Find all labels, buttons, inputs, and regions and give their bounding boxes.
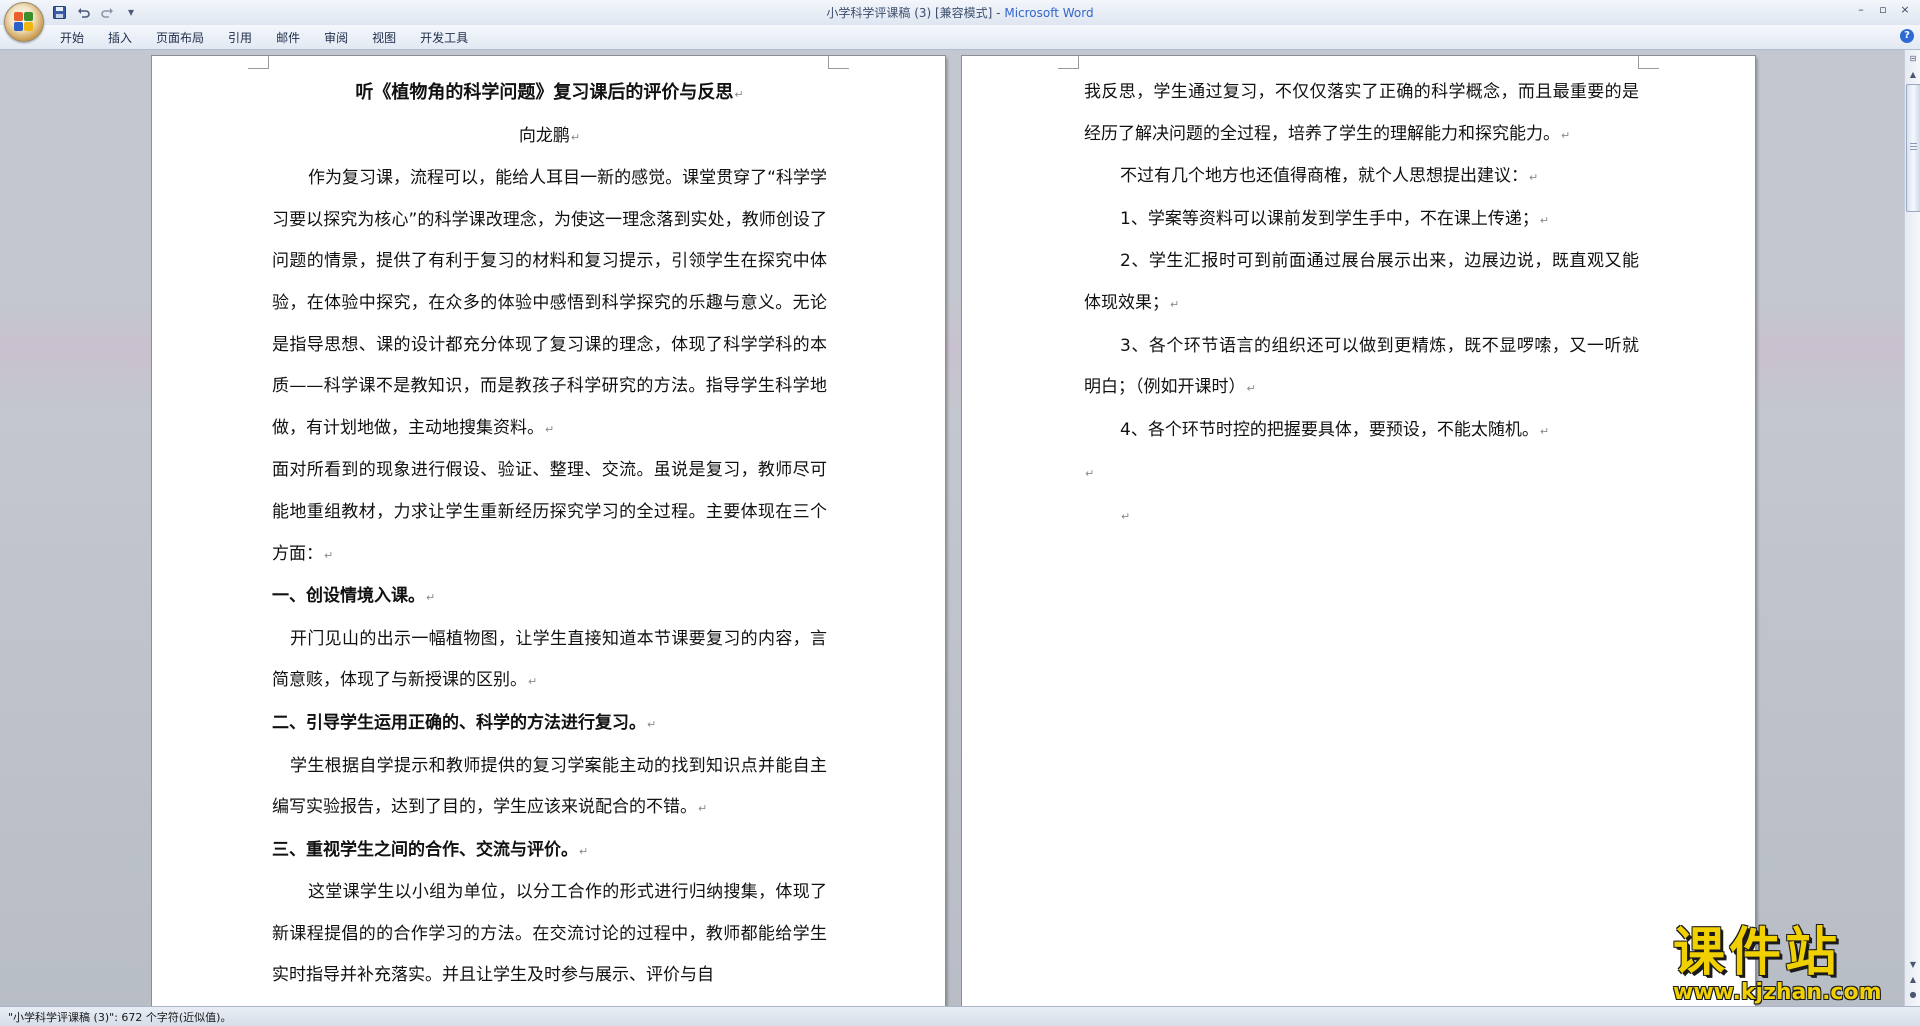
status-bar: "小学科学评课稿 (3)": 672 个字符(近似值)。: [0, 1006, 1920, 1026]
section-heading: 三、重视学生之间的合作、交流与评价。↵: [272, 839, 589, 860]
tab-view[interactable]: 视图: [360, 28, 408, 48]
scroll-up-icon[interactable]: ▲: [1906, 68, 1920, 82]
minimize-button[interactable]: –: [1850, 2, 1872, 18]
page-1-body: 听《植物角的科学问题》复习课后的评价与反思↵ 向龙鹏↵ 作为复习课，流程可以，能…: [272, 72, 827, 997]
vertical-scrollbar[interactable]: ⊟ ▲ ▼ ▲ ● ▼: [1904, 50, 1920, 1014]
window-title: 小学科学评课稿 (3) [兼容模式] - Microsoft Word: [0, 4, 1920, 21]
paragraph: 开门见山的出示一幅植物图，让学生直接知道本节课要复习的内容，言简意赅，体现了与新…: [272, 628, 827, 691]
document-area: 听《植物角的科学问题》复习课后的评价与反思↵ 向龙鹏↵ 作为复习课，流程可以，能…: [0, 50, 1904, 1006]
title-bar: ▾ 小学科学评课稿 (3) [兼容模式] - Microsoft Word – …: [0, 0, 1920, 42]
office-button[interactable]: [4, 2, 44, 42]
view-ruler-icon[interactable]: ⊟: [1906, 52, 1920, 66]
help-icon[interactable]: ?: [1900, 29, 1914, 43]
section-heading: 二、引导学生运用正确的、科学的方法进行复习。↵: [272, 712, 657, 733]
tab-references[interactable]: 引用: [216, 28, 264, 48]
paragraph: 不过有几个地方也还值得商榷，就个人思想提出建议：↵: [1120, 166, 1539, 187]
ribbon-tabs: 开始 插入 页面布局 引用 邮件 审阅 视图 开发工具: [48, 28, 480, 48]
previous-page-icon[interactable]: ▲: [1906, 973, 1920, 987]
tab-mailings[interactable]: 邮件: [264, 28, 312, 48]
document-title-heading: 听《植物角的科学问题》复习课后的评价与反思↵: [355, 82, 744, 103]
list-item: 2、学生汇报时可到前面通过展台展示出来，边展边说，既直观又能体现效果；↵: [1084, 251, 1639, 313]
paragraph: 我反思，学生通过复习，不仅仅落实了正确的科学概念，而且最重要的是经历了解决问题的…: [1084, 82, 1639, 144]
ribbon: 开始 插入 页面布局 引用 邮件 审阅 视图 开发工具 ?: [0, 25, 1920, 50]
scroll-down-icon[interactable]: ▼: [1906, 958, 1920, 972]
tab-home[interactable]: 开始: [48, 28, 96, 48]
word-count-status[interactable]: "小学科学评课稿 (3)": 672 个字符(近似值)。: [8, 1009, 231, 1025]
document-page-2[interactable]: 我反思，学生通过复习，不仅仅落实了正确的科学概念，而且最重要的是经历了解决问题的…: [962, 56, 1755, 1006]
page-2-body: 我反思，学生通过复习，不仅仅落实了正确的科学概念，而且最重要的是经历了解决问题的…: [1084, 72, 1639, 538]
select-browse-object-icon[interactable]: ●: [1906, 988, 1920, 1002]
section-heading: 一、创设情境入课。↵: [272, 586, 436, 607]
paragraph: 学生根据自学提示和教师提供的复习学案能主动的找到知识点并能自主编写实验报告，达到…: [272, 755, 827, 818]
close-button[interactable]: ×: [1894, 2, 1916, 18]
paragraph: 作为复习课，流程可以，能给人耳目一新的感觉。课堂贯穿了“科学学习要以探究为核心”…: [272, 168, 827, 438]
document-page-1[interactable]: 听《植物角的科学问题》复习课后的评价与反思↵ 向龙鹏↵ 作为复习课，流程可以，能…: [152, 56, 945, 1006]
list-item: 3、各个环节语言的组织还可以做到更精炼，既不显啰嗦，又一听就明白；（例如开课时）…: [1084, 335, 1639, 398]
list-item: 4、各个环节时控的把握要具体，要预设，不能太随机。↵: [1120, 419, 1550, 440]
crop-mark: [248, 56, 269, 69]
tab-page-layout[interactable]: 页面布局: [144, 28, 216, 48]
list-item: 1、学案等资料可以课前发到学生手中，不在课上传递；↵: [1120, 208, 1550, 229]
tab-review[interactable]: 审阅: [312, 28, 360, 48]
watermark-url: www.kjzhan.com: [1673, 980, 1882, 1005]
watermark-logo: 课件站 www.kjzhan.com: [1665, 925, 1905, 1005]
scroll-thumb[interactable]: [1906, 84, 1920, 212]
tab-developer[interactable]: 开发工具: [408, 28, 480, 48]
office-logo-icon: [14, 12, 34, 32]
app-name: Microsoft Word: [1004, 6, 1094, 20]
author-line: 向龙鹏↵: [518, 125, 581, 146]
crop-mark: [1638, 56, 1659, 69]
empty-paragraph: ↵: [1085, 467, 1095, 481]
grip-icon: [1910, 143, 1917, 151]
paragraph: 这堂课学生以小组为单位，以分工合作的形式进行归纳搜集，体现了新课程提倡的的合作学…: [272, 882, 827, 986]
watermark-name: 课件站: [1673, 923, 1842, 983]
tab-insert[interactable]: 插入: [96, 28, 144, 48]
crop-mark: [828, 56, 849, 69]
document-title: 小学科学评课稿 (3) [兼容模式] -: [826, 6, 1001, 20]
crop-mark: [1058, 56, 1079, 69]
empty-paragraph: ↵: [1121, 509, 1131, 523]
paragraph: 面对所看到的现象进行假设、验证、整理、交流。虽说是复习，教师尽可能地重组教材，力…: [272, 460, 827, 564]
window-controls: – ▫ ×: [1850, 2, 1916, 18]
restore-button[interactable]: ▫: [1872, 2, 1894, 18]
